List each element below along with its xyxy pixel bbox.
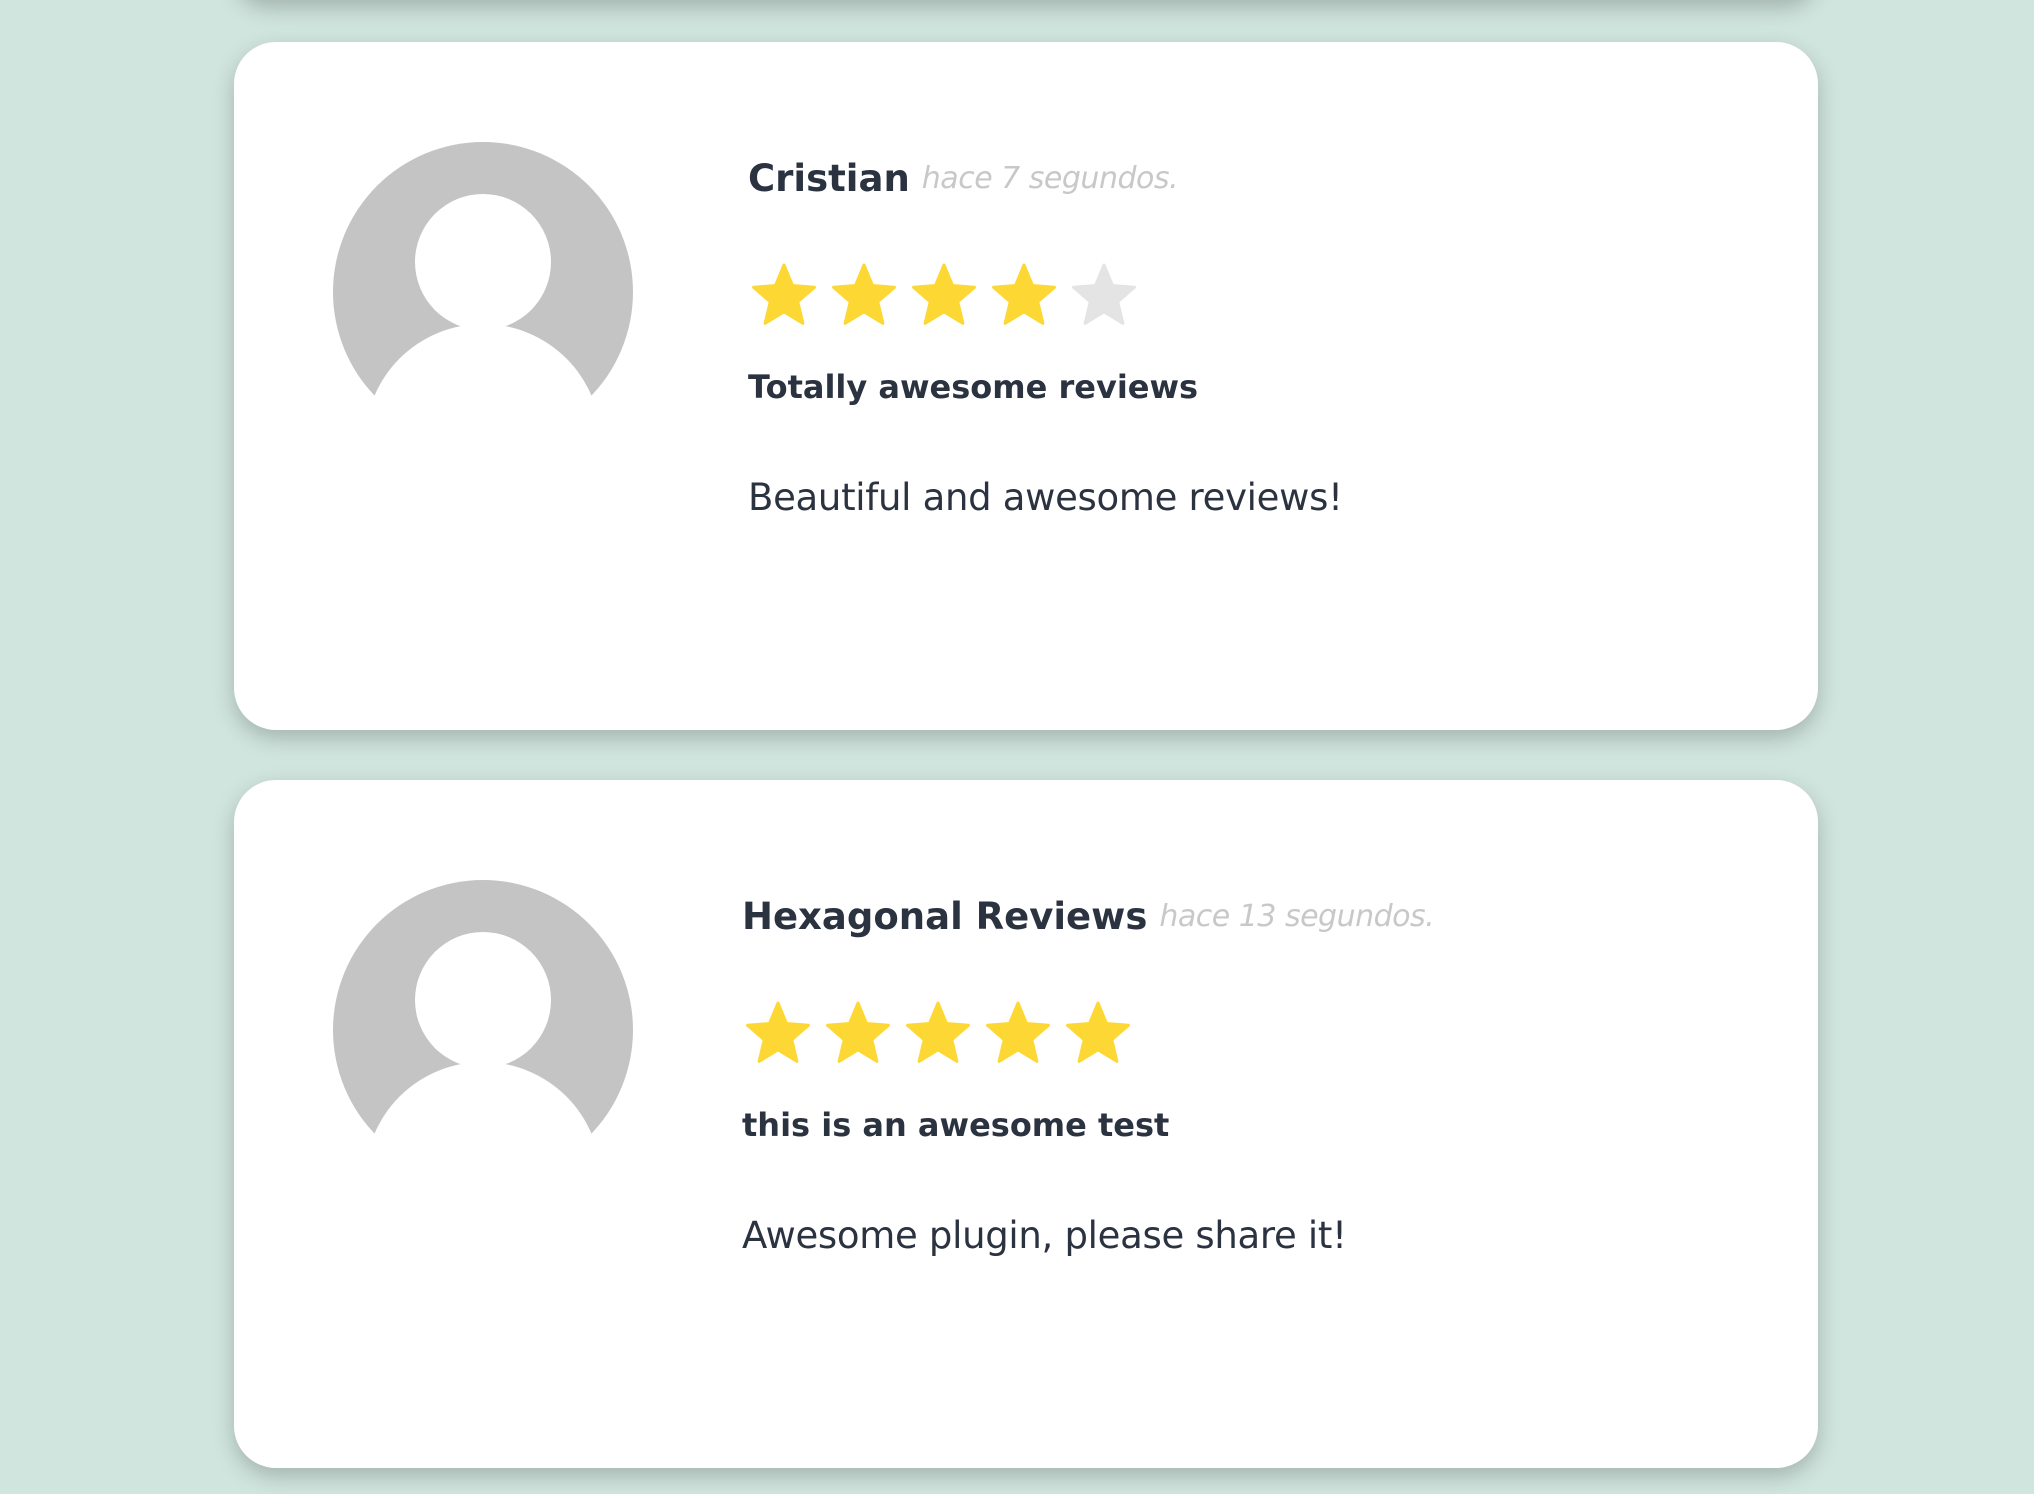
star-filled-icon bbox=[748, 260, 820, 332]
reviewer-name: Hexagonal Reviews bbox=[742, 894, 1148, 938]
star-filled-icon bbox=[742, 998, 814, 1070]
review-body: Awesome plugin, please share it! bbox=[742, 1214, 1347, 1257]
review-timestamp: hace 13 segundos. bbox=[1159, 898, 1435, 934]
star-filled-icon bbox=[982, 998, 1054, 1070]
star-rating bbox=[742, 998, 1434, 1070]
star-filled-icon bbox=[828, 260, 900, 332]
star-rating bbox=[748, 260, 1343, 332]
review-card: Hexagonal Reviews hace 13 segundos. this… bbox=[234, 780, 1818, 1468]
review-title: this is an awesome test bbox=[742, 1106, 1170, 1144]
star-filled-icon bbox=[1062, 998, 1134, 1070]
review-content: Hexagonal Reviews hace 13 segundos. this… bbox=[742, 888, 1435, 1258]
review-body: Beautiful and awesome reviews! bbox=[748, 476, 1343, 519]
star-empty-icon bbox=[1068, 260, 1140, 332]
review-timestamp: hace 7 segundos. bbox=[921, 160, 1179, 196]
star-filled-icon bbox=[988, 260, 1060, 332]
review-header: Hexagonal Reviews hace 13 segundos. bbox=[742, 888, 1435, 944]
star-filled-icon bbox=[902, 998, 974, 1070]
review-title: Totally awesome reviews bbox=[748, 368, 1199, 406]
star-filled-icon bbox=[822, 998, 894, 1070]
user-avatar-icon bbox=[333, 880, 633, 1180]
user-avatar-icon bbox=[333, 142, 633, 442]
review-header: Cristian hace 7 segundos. bbox=[748, 150, 1343, 206]
star-filled-icon bbox=[908, 260, 980, 332]
review-card: Cristian hace 7 segundos. Totally awesom… bbox=[234, 42, 1818, 730]
review-content: Cristian hace 7 segundos. Totally awesom… bbox=[748, 150, 1343, 520]
reviewer-name: Cristian bbox=[748, 156, 910, 200]
